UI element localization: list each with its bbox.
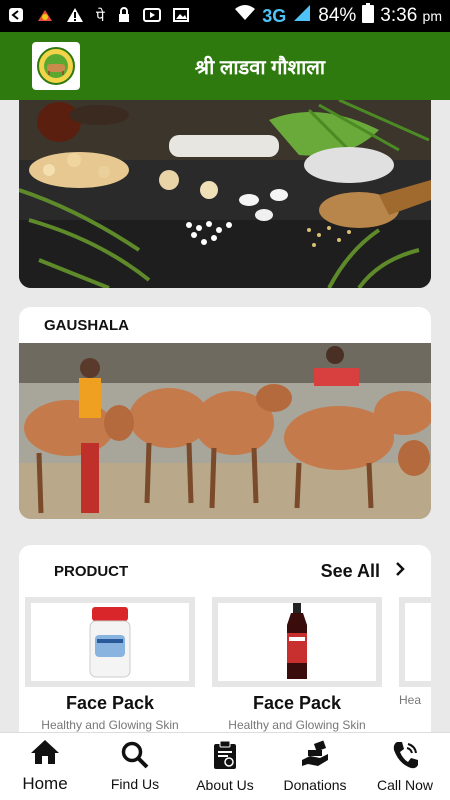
- search-icon: [120, 741, 150, 772]
- donation-icon: [300, 740, 330, 773]
- product-name: Face Pack: [252, 693, 342, 713]
- nav-about-us-label: About Us: [196, 777, 254, 793]
- jar-product-image: [89, 607, 131, 678]
- nav-home[interactable]: Home: [0, 733, 90, 800]
- gallery-icon: [172, 7, 189, 26]
- lock-icon: [117, 6, 131, 26]
- product-item[interactable]: Hea: [399, 597, 431, 707]
- product-image-frame: [25, 597, 195, 687]
- nav-donations[interactable]: Donations: [270, 733, 360, 800]
- nav-call-now[interactable]: Call Now: [360, 733, 450, 800]
- nav-about-us[interactable]: About Us: [180, 733, 270, 800]
- wifi-icon: [234, 4, 256, 28]
- bottle-product-image: [287, 603, 307, 679]
- product-card: PRODUCT See All Face Pack Healthy and Gl…: [19, 545, 431, 732]
- product-name: Face Pack: [65, 693, 155, 713]
- nav-call-now-label: Call Now: [376, 777, 433, 793]
- cows-photo: [19, 343, 431, 519]
- product-item[interactable]: Face Pack Healthy and Glowing Skin: [25, 597, 195, 732]
- nav-donations-label: Donations: [283, 777, 347, 793]
- product-description: Hea: [399, 693, 422, 707]
- back-icon: [8, 7, 24, 26]
- nav-find-us[interactable]: Find Us: [90, 733, 180, 800]
- nav-home-label: Home: [22, 774, 68, 793]
- hero-banner[interactable]: [19, 100, 431, 288]
- product-carousel[interactable]: Face Pack Healthy and Glowing Skin Face …: [19, 597, 431, 732]
- signal-icon: [292, 4, 312, 28]
- gaushala-card[interactable]: GAUSHALA: [19, 307, 431, 519]
- product-header: PRODUCT See All: [19, 545, 431, 597]
- battery-icon: [362, 3, 375, 29]
- home-content[interactable]: GAUSHALA PRODUCT See All Face Pack Healt…: [0, 100, 450, 732]
- product-item[interactable]: Face Pack Healthy and Glowing Skin: [212, 597, 382, 732]
- clipboard-icon: [212, 740, 238, 773]
- clock: 3:36 pm: [380, 5, 442, 26]
- youtube-icon: [142, 7, 161, 26]
- see-all-label: See All: [320, 560, 380, 581]
- see-all-button[interactable]: See All: [321, 561, 406, 582]
- chevron-right-icon: [394, 561, 406, 582]
- app-bar: श्री लाडवा गौशाला: [0, 32, 450, 100]
- home-icon: [30, 739, 60, 770]
- herbs-banner-image: [19, 100, 431, 288]
- network-type: 3G: [262, 5, 287, 26]
- app-title: श्री लाडवा गौशाला: [194, 56, 326, 79]
- hindi-keyboard-icon: पे: [96, 8, 105, 25]
- gaushala-heading: GAUSHALA: [44, 317, 129, 334]
- product-image-frame: [212, 597, 382, 687]
- battery-percent: 84%: [318, 5, 357, 26]
- product-description: Healthy and Glowing Skin: [41, 718, 179, 732]
- nav-find-us-label: Find Us: [110, 776, 160, 792]
- bottom-navigation: Home Find Us About Us Donations Call Now: [0, 732, 450, 800]
- app-notification-icon: [36, 7, 54, 26]
- product-heading: PRODUCT: [54, 562, 129, 580]
- status-bar: पे 3G 84% 3:36 pm: [0, 0, 450, 32]
- warning-icon: [66, 7, 84, 26]
- product-image-frame: [399, 597, 431, 687]
- product-description: Healthy and Glowing Skin: [228, 718, 366, 732]
- phone-icon: [391, 740, 419, 773]
